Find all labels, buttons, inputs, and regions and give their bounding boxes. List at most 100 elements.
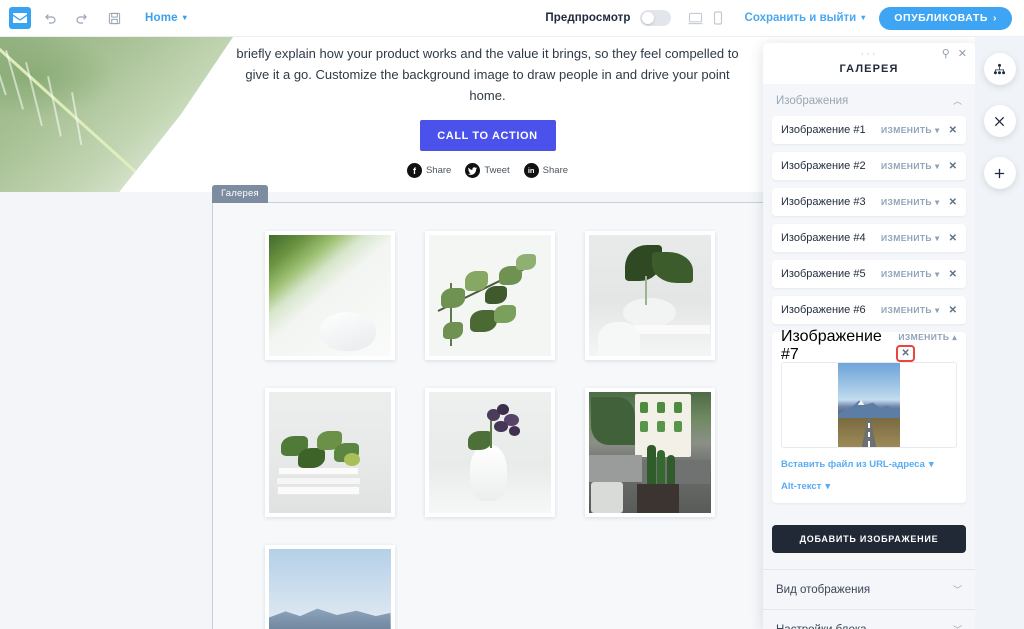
edit-label: ИЗМЕНИТЬ <box>881 269 932 279</box>
publish-button[interactable]: ОПУБЛИКОВАТЬ › <box>879 6 1012 30</box>
social-share-facebook[interactable]: f Share <box>406 163 451 179</box>
edit-image-button[interactable]: ИЗМЕНИТЬ ▾ <box>881 161 940 172</box>
preview-label: Предпросмотр <box>545 12 631 24</box>
preview-toggle[interactable] <box>639 10 671 26</box>
mobile-icon[interactable] <box>707 7 729 29</box>
chevron-right-icon: › <box>992 12 997 24</box>
toolbar-right-group: Предпросмотр Сохранить и выйти ▾ ОПУБЛИК… <box>545 6 1024 30</box>
chevron-down-icon: ▾ <box>825 481 831 492</box>
gallery-thumbnail[interactable] <box>264 231 395 360</box>
gallery-thumbnail[interactable] <box>424 388 555 517</box>
image-name: Изображение #4 <box>781 232 866 244</box>
desktop-icon[interactable] <box>685 7 707 29</box>
images-section-label: Изображения <box>776 94 849 107</box>
image-preview-thumbnail <box>838 363 900 447</box>
sitemap-icon[interactable] <box>983 53 1016 85</box>
image-list-item[interactable]: Изображение #3 ИЗМЕНИТЬ ▾ ✕ <box>772 188 966 216</box>
remove-image-button[interactable]: ✕ <box>949 269 957 280</box>
edit-image-button[interactable]: ИЗМЕНИТЬ ▾ <box>881 233 940 244</box>
pin-icon[interactable]: ⚲ <box>942 49 950 60</box>
social-label-twitter: Tweet <box>484 165 510 177</box>
edit-label: ИЗМЕНИТЬ <box>881 161 932 171</box>
image-list-item[interactable]: Изображение #1 ИЗМЕНИТЬ ▾ ✕ <box>772 116 966 144</box>
panel-header-icons: ⚲ ✕ <box>942 49 967 60</box>
gallery-thumbnail[interactable] <box>264 545 395 629</box>
image-list-item[interactable]: Изображение #2 ИЗМЕНИТЬ ▾ ✕ <box>772 152 966 180</box>
remove-image-button[interactable]: ✕ <box>949 233 957 244</box>
social-share-linkedin[interactable]: in Share <box>523 163 569 179</box>
block-settings-label: Настройки блока <box>776 624 867 629</box>
top-toolbar: Home ▾ Предпросмотр Сохранить и выйти ▾ … <box>0 0 1024 37</box>
close-icon[interactable] <box>983 105 1016 137</box>
panel-title: ГАЛЕРЕЯ <box>839 63 899 75</box>
display-view-section[interactable]: Вид отображения ﹀ <box>763 569 975 609</box>
chevron-down-icon: ▾ <box>934 304 940 315</box>
alt-text-link[interactable]: Alt-текст ▾ <box>781 481 957 492</box>
image-name: Изображение #2 <box>781 160 866 172</box>
save-and-exit-label: Сохранить и выйти <box>744 12 857 24</box>
image-name: Изображение #5 <box>781 268 866 280</box>
edit-label: ИЗМЕНИТЬ <box>881 125 932 135</box>
gallery-thumbnail[interactable] <box>424 231 555 360</box>
panel-footer-sections: Вид отображения ﹀ Настройки блока ﹀ <box>763 569 975 629</box>
redo-icon[interactable] <box>69 5 95 31</box>
images-section-header[interactable]: Изображения ︿ <box>763 84 975 116</box>
envelope-icon[interactable] <box>9 7 31 29</box>
call-to-action-button[interactable]: CALL TO ACTION <box>419 120 556 152</box>
chevron-down-icon: ﹀ <box>953 623 962 629</box>
chevron-down-icon: ▾ <box>934 124 940 135</box>
plus-icon[interactable] <box>983 157 1016 189</box>
image-name: Изображение #6 <box>781 304 866 316</box>
display-view-label: Вид отображения <box>776 583 871 596</box>
chevron-down-icon: ﹀ <box>952 585 962 595</box>
social-share-twitter[interactable]: Tweet <box>465 163 510 179</box>
image-list-item[interactable]: Изображение #6 ИЗМЕНИТЬ ▾ ✕ <box>772 296 966 324</box>
chevron-down-icon: ▾ <box>934 196 940 207</box>
edit-image-button[interactable]: ИЗМЕНИТЬ ▴ <box>898 332 957 343</box>
edit-image-button[interactable]: ИЗМЕНИТЬ ▾ <box>881 197 940 208</box>
gallery-block[interactable]: Галерея <box>212 185 767 629</box>
image-list-item[interactable]: Изображение #4 ИЗМЕНИТЬ ▾ ✕ <box>772 224 966 252</box>
edit-image-button[interactable]: ИЗМЕНИТЬ ▾ <box>881 125 940 136</box>
block-settings-section[interactable]: Настройки блока ﹀ <box>763 609 975 629</box>
linkedin-icon: in <box>523 163 539 179</box>
image-preview[interactable] <box>781 362 957 448</box>
remove-image-button[interactable]: ✕ <box>949 197 957 208</box>
insert-from-url-link[interactable]: Вставить файл из URL-адреса ▾ <box>781 459 957 470</box>
remove-image-button-highlighted[interactable]: ✕ <box>896 344 915 362</box>
image-name: Изображение #3 <box>781 196 866 208</box>
add-image-button[interactable]: ДОБАВИТЬ ИЗОБРАЖЕНИЕ <box>772 525 966 553</box>
undo-icon[interactable] <box>37 5 63 31</box>
remove-image-button[interactable]: ✕ <box>949 125 957 136</box>
save-disk-icon[interactable] <box>101 5 127 31</box>
edit-image-button[interactable]: ИЗМЕНИТЬ ▾ <box>881 269 940 280</box>
publish-label: ОПУБЛИКОВАТЬ <box>894 12 988 24</box>
image-list-item-expanded[interactable]: Изображение #7 ИЗМЕНИТЬ ▴ ✕ Вставить фай… <box>772 328 966 503</box>
remove-image-button[interactable]: ✕ <box>949 161 957 172</box>
twitter-icon <box>465 163 481 179</box>
edit-label: ИЗМЕНИТЬ <box>881 233 932 243</box>
edit-label: ИЗМЕНИТЬ <box>881 197 932 207</box>
edit-label: ИЗМЕНИТЬ <box>898 332 950 342</box>
gallery-grid <box>235 231 744 629</box>
editor-root: Home ▾ Предпросмотр Сохранить и выйти ▾ … <box>0 0 1024 629</box>
image-list-item[interactable]: Изображение #5 ИЗМЕНИТЬ ▾ ✕ <box>772 260 966 288</box>
image-name: Изображение #7 <box>781 328 882 363</box>
page-selector[interactable]: Home ▾ <box>145 12 187 24</box>
chevron-down-icon: ▾ <box>928 459 934 470</box>
insert-from-url-label: Вставить файл из URL-адреса <box>781 459 925 470</box>
panel-body: Изображения ︿ Изображение #1 ИЗМЕНИТЬ ▾ … <box>763 84 975 629</box>
gallery-thumbnail[interactable] <box>584 388 715 517</box>
gallery-thumbnail[interactable] <box>264 388 395 517</box>
close-icon[interactable]: ✕ <box>958 49 967 60</box>
gallery-block-tab-label: Галерея <box>212 185 268 203</box>
chevron-up-icon: ︿ <box>952 96 962 106</box>
alt-text-label: Alt-текст <box>781 481 822 492</box>
social-label-linkedin: Share <box>542 165 569 177</box>
remove-image-button[interactable]: ✕ <box>949 305 957 316</box>
gallery-block-body[interactable] <box>212 202 767 629</box>
save-and-exit-button[interactable]: Сохранить и выйти ▾ <box>745 12 866 24</box>
edit-image-button[interactable]: ИЗМЕНИТЬ ▾ <box>881 305 940 316</box>
chevron-down-icon: ▾ <box>934 232 940 243</box>
gallery-thumbnail[interactable] <box>584 231 715 360</box>
